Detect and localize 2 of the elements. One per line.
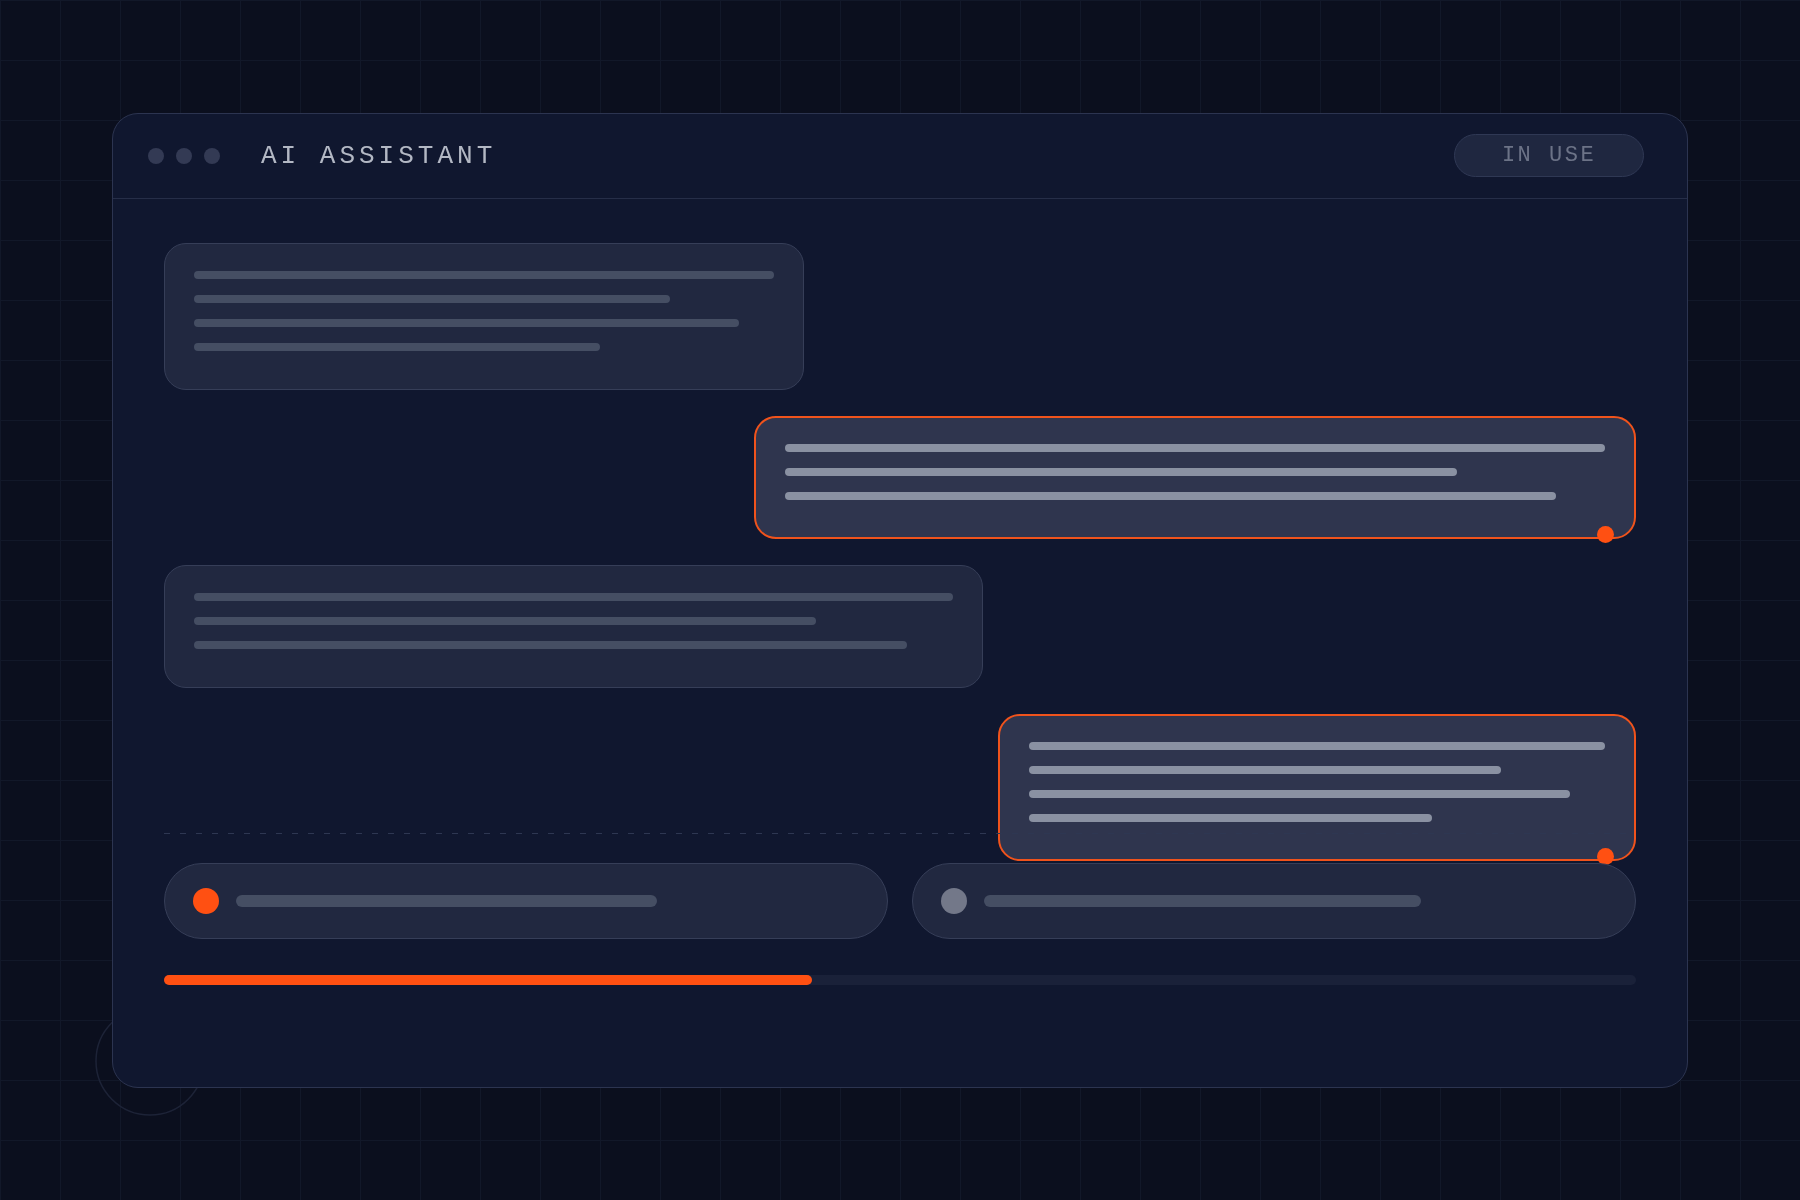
window-title: AI ASSISTANT	[261, 142, 497, 169]
status-badge: IN USE	[1454, 134, 1644, 177]
